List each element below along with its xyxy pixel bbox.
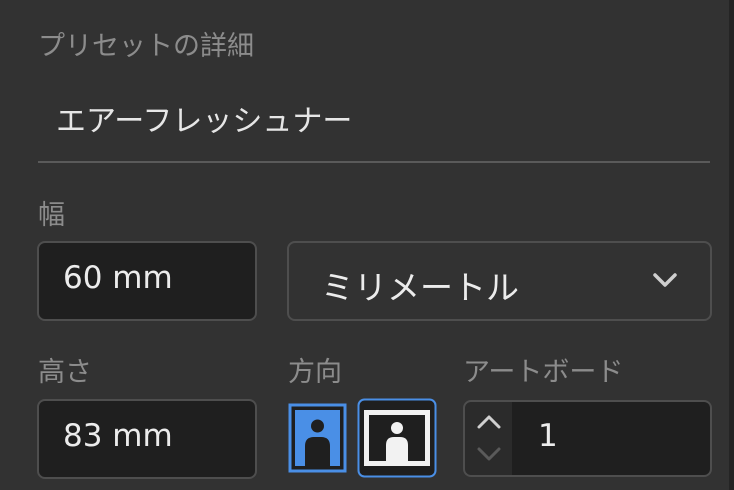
height-label: 高さ [38,357,92,388]
width-input[interactable]: 60 mm [37,241,257,321]
artboard-count-input[interactable]: 1 [512,400,712,477]
decrement-button[interactable] [475,444,503,468]
height-value: 83 mm [63,418,173,454]
landscape-icon [357,398,437,478]
artboard-label: アートボード [463,357,624,388]
portrait-icon [288,403,347,473]
section-title: プリセットの詳細 [38,31,254,62]
preset-name-underline [38,161,710,163]
preset-name-input[interactable]: エアーフレッシュナー [56,96,352,140]
preset-details-panel: プリセットの詳細 エアーフレッシュナー 幅 60 mm ミリメートル 高さ 83… [0,0,734,490]
increment-button[interactable] [475,412,503,436]
chevron-down-icon [651,271,679,295]
height-input[interactable]: 83 mm [37,399,257,479]
width-label: 幅 [38,200,65,231]
chevron-down-icon [477,447,501,461]
artboard-stepper [463,400,514,477]
units-selected-value: ミリメートル [321,268,519,307]
portrait-orientation-button[interactable] [288,403,347,473]
landscape-orientation-button[interactable] [357,398,437,478]
orientation-label: 方向 [288,357,342,388]
width-value: 60 mm [63,260,173,296]
units-select[interactable]: ミリメートル [287,241,712,321]
artboard-count-value: 1 [538,418,558,454]
chevron-up-icon [477,415,501,429]
panel-edge [729,0,734,490]
